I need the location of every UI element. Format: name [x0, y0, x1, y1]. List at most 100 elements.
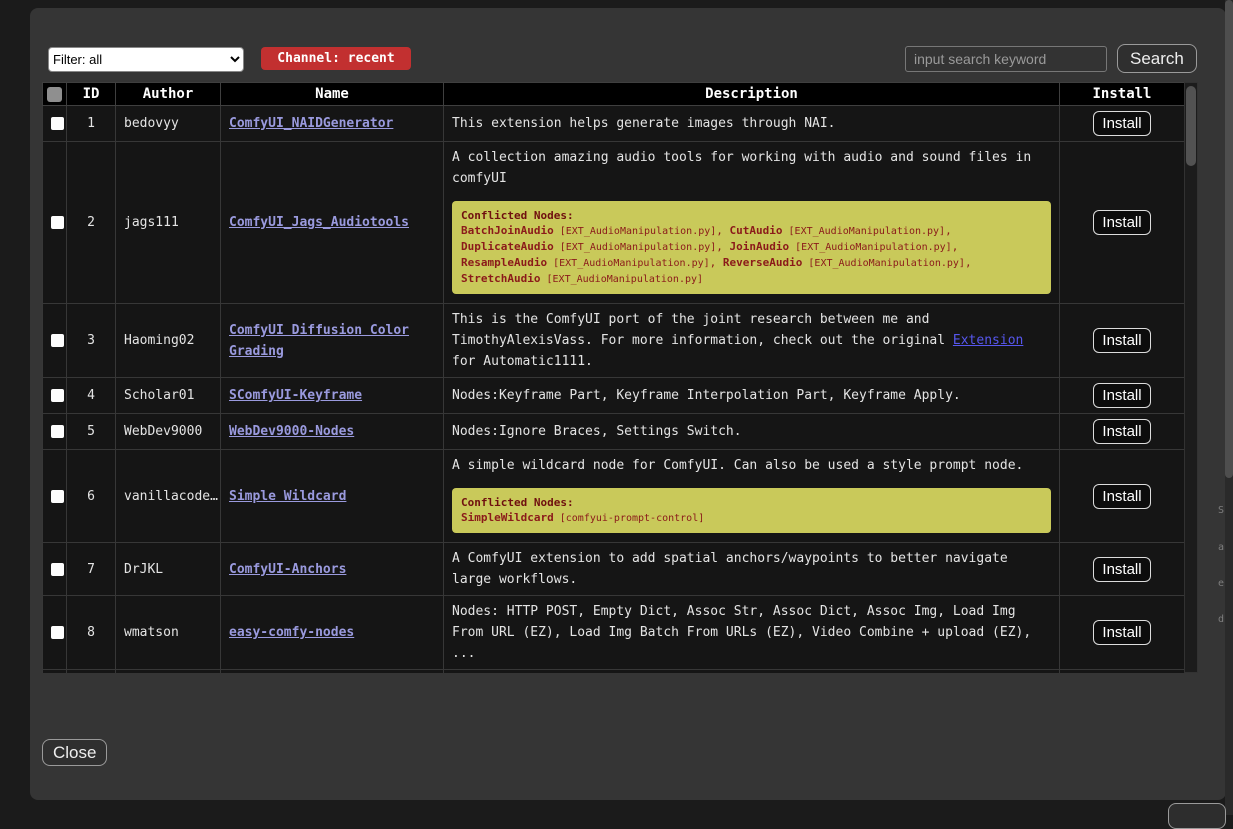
table-scrollbar[interactable]: [1184, 82, 1198, 673]
conflicted-nodes-title: Conflicted Nodes:: [461, 496, 574, 509]
conflict-node-extension: [EXT_AudioManipulation.py]: [554, 242, 717, 253]
row-name-link[interactable]: ComfyUI-Anchors: [229, 562, 346, 577]
row-checkbox[interactable]: [51, 389, 64, 402]
row-checkbox-cell: [43, 670, 67, 674]
row-description: This is the ComfyUI port of the joint re…: [444, 304, 1060, 378]
row-name-cell: ComfyUI_NAIDGenerator: [221, 106, 444, 142]
select-all-header: [43, 83, 67, 106]
conflicted-nodes-title: Conflicted Nodes:: [461, 209, 574, 222]
row-name-link[interactable]: WebDev9000-Nodes: [229, 424, 354, 439]
row-install-cell: Install: [1060, 106, 1185, 142]
header-id: ID: [67, 83, 116, 106]
conflict-node-name: CutAudio: [730, 224, 783, 237]
table-row: 2 jags111 ComfyUI_Jags_Audiotools A coll…: [43, 142, 1185, 304]
row-checkbox[interactable]: [51, 490, 64, 503]
background-partial-button: [1168, 803, 1226, 829]
table-row: 3 Haoming02 ComfyUI Diffusion Color Grad…: [43, 304, 1185, 378]
channel-badge: Channel: recent: [261, 47, 411, 70]
conflict-node-name: BatchJoinAudio: [461, 224, 554, 237]
row-checkbox[interactable]: [51, 626, 64, 639]
background-text-fragment: d: [1218, 614, 1224, 625]
row-author: bedovyy: [116, 106, 221, 142]
conflict-node-name: ResampleAudio: [461, 256, 547, 269]
row-description: A collection amazing audio tools for wor…: [444, 142, 1060, 304]
row-checkbox[interactable]: [51, 216, 64, 229]
row-checkbox-cell: [43, 414, 67, 450]
row-id: 3: [67, 304, 116, 378]
row-author: vanillacode…: [116, 450, 221, 543]
install-button[interactable]: Install: [1093, 620, 1150, 645]
row-id: 2: [67, 142, 116, 304]
description-text: This is the ComfyUI port of the joint re…: [452, 309, 1051, 372]
row-id: 8: [67, 596, 116, 670]
row-id: 6: [67, 450, 116, 543]
select-all-checkbox[interactable]: [47, 87, 62, 102]
table-row: 4 Scholar01 SComfyUI-Keyframe Nodes:Keyf…: [43, 378, 1185, 414]
row-name-link[interactable]: ComfyUI_Jags_Audiotools: [229, 215, 409, 230]
description-link[interactable]: Extension: [953, 333, 1023, 348]
search-button[interactable]: Search: [1117, 44, 1197, 73]
row-author: jags111: [116, 142, 221, 304]
table-scrollbar-thumb[interactable]: [1186, 86, 1196, 166]
table-row: 8 wmatson easy-comfy-nodes Nodes: HTTP P…: [43, 596, 1185, 670]
row-description: Nodes: ComfyUI Mexx Styler, ComfyUI Mexx…: [444, 670, 1060, 674]
row-author: Scholar01: [116, 378, 221, 414]
conflict-node-name: DuplicateAudio: [461, 240, 554, 253]
row-name-cell: easy-comfy-nodes: [221, 596, 444, 670]
description-text: Nodes: HTTP POST, Empty Dict, Assoc Str,…: [452, 601, 1051, 664]
install-button[interactable]: Install: [1093, 210, 1150, 235]
row-author: WebDev9000: [116, 414, 221, 450]
row-checkbox-cell: [43, 142, 67, 304]
row-description: This extension helps generate images thr…: [444, 106, 1060, 142]
row-id: 1: [67, 106, 116, 142]
description-text: A collection amazing audio tools for wor…: [452, 147, 1051, 189]
row-checkbox[interactable]: [51, 563, 64, 576]
description-text: Nodes:Keyframe Part, Keyframe Interpolat…: [452, 385, 1051, 406]
close-button[interactable]: Close: [42, 739, 107, 766]
row-install-cell: Install: [1060, 378, 1185, 414]
row-name-link[interactable]: ComfyUI Diffusion Color Grading: [229, 323, 409, 359]
row-description: A ComfyUI extension to add spatial ancho…: [444, 543, 1060, 596]
conflict-node-extension: [comfyui-prompt-control]: [554, 513, 705, 524]
install-button[interactable]: Install: [1093, 383, 1150, 408]
row-name-cell: Simple Wildcard: [221, 450, 444, 543]
conflict-node-name: JoinAudio: [730, 240, 790, 253]
row-checkbox[interactable]: [51, 334, 64, 347]
conflict-node-extension: [EXT_AudioManipulation.py]: [540, 274, 703, 285]
row-checkbox[interactable]: [51, 425, 64, 438]
search-input[interactable]: [905, 46, 1107, 72]
page-scrollbar-thumb[interactable]: [1225, 0, 1233, 478]
table-row: 6 vanillacode… Simple Wildcard A simple …: [43, 450, 1185, 543]
conflict-node-extension: [EXT_AudioManipulation.py]: [789, 242, 952, 253]
row-checkbox-cell: [43, 304, 67, 378]
install-button[interactable]: Install: [1093, 328, 1150, 353]
row-name-link[interactable]: ComfyUI_NAIDGenerator: [229, 116, 393, 131]
row-author: SoftMeng: [116, 670, 221, 674]
row-install-cell: Install: [1060, 543, 1185, 596]
install-button[interactable]: Install: [1093, 111, 1150, 136]
header-author: Author: [116, 83, 221, 106]
table-row: 9 SoftMeng ComfyUI_Mexx_Styler Nodes: Co…: [43, 670, 1185, 674]
page-scrollbar[interactable]: [1225, 0, 1233, 815]
filter-select[interactable]: Filter: all: [48, 47, 244, 72]
description-text: A ComfyUI extension to add spatial ancho…: [452, 548, 1051, 590]
row-name-link[interactable]: easy-comfy-nodes: [229, 625, 354, 640]
row-install-cell: Install: [1060, 450, 1185, 543]
install-button[interactable]: Install: [1093, 484, 1150, 509]
row-id: 7: [67, 543, 116, 596]
install-button[interactable]: Install: [1093, 557, 1150, 582]
row-name-link[interactable]: Simple Wildcard: [229, 489, 346, 504]
row-name-link[interactable]: SComfyUI-Keyframe: [229, 388, 362, 403]
table-row: 7 DrJKL ComfyUI-Anchors A ComfyUI extens…: [43, 543, 1185, 596]
row-author: DrJKL: [116, 543, 221, 596]
header-install: Install: [1060, 83, 1185, 106]
install-button[interactable]: Install: [1093, 419, 1150, 444]
custom-nodes-dialog: Filter: all Channel: recent Search ID Au…: [30, 8, 1226, 800]
row-id: 9: [67, 670, 116, 674]
row-checkbox[interactable]: [51, 117, 64, 130]
row-id: 4: [67, 378, 116, 414]
row-author: wmatson: [116, 596, 221, 670]
row-install-cell: Install: [1060, 304, 1185, 378]
table-row: 1 bedovyy ComfyUI_NAIDGenerator This ext…: [43, 106, 1185, 142]
row-description: Nodes:Keyframe Part, Keyframe Interpolat…: [444, 378, 1060, 414]
